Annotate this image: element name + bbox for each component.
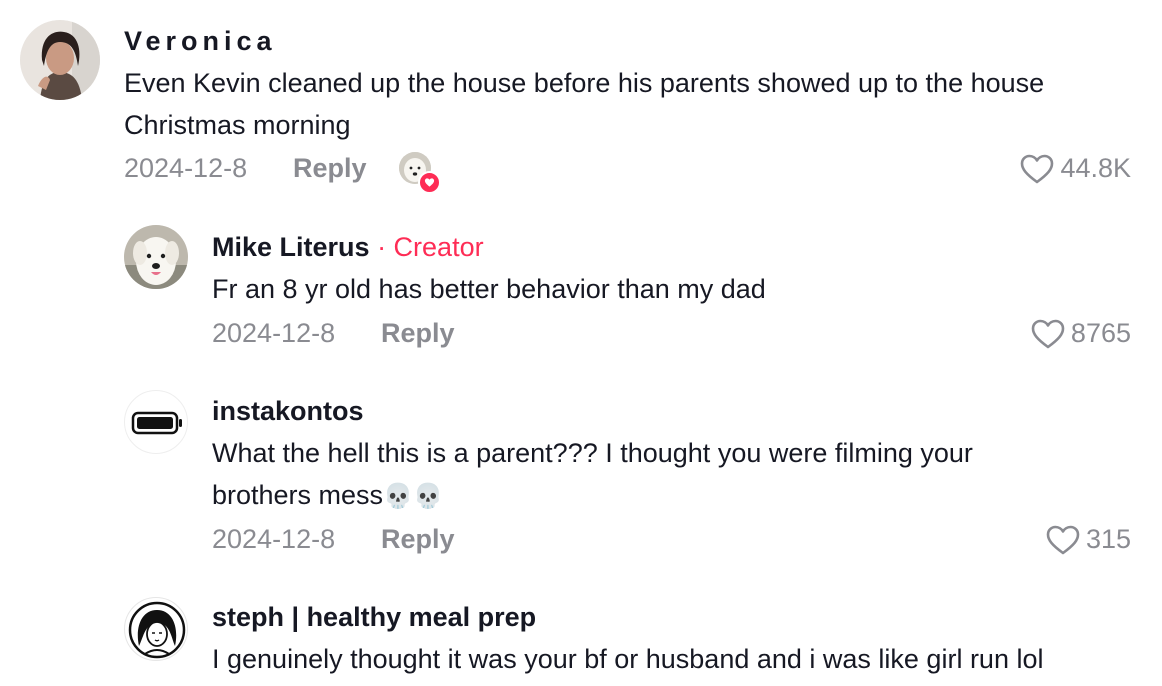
comment-text-line: Christmas morning xyxy=(124,110,351,140)
comment-text-line: Even Kevin cleaned up the house before h… xyxy=(124,68,1045,98)
heart-icon xyxy=(1020,154,1054,184)
reply-button[interactable]: Reply xyxy=(381,524,455,555)
reply-button[interactable]: Reply xyxy=(381,318,455,349)
comment-text: I genuinely thought it was your bf or hu… xyxy=(212,638,1043,680)
skull-emoji: 💀💀 xyxy=(383,482,443,510)
comment-date: 2024-12-8 xyxy=(124,153,248,183)
comment-instakontos: instakontos What the hell this is a pare… xyxy=(0,380,1162,590)
like-count: 315 xyxy=(1085,524,1131,554)
illustrated-woman-icon xyxy=(128,601,186,659)
avatar[interactable] xyxy=(124,390,188,454)
like-button[interactable]: 315 xyxy=(1046,524,1131,555)
avatar[interactable] xyxy=(124,597,188,661)
comment-steph: steph | healthy meal prep I genuinely th… xyxy=(0,590,1162,686)
avatar[interactable] xyxy=(124,225,188,289)
reply-button[interactable]: Reply xyxy=(293,153,367,184)
like-button[interactable]: 8765 xyxy=(1031,318,1131,349)
comment-username[interactable]: Veronica xyxy=(124,26,277,57)
comment-text-line: Fr an 8 yr old has better behavior than … xyxy=(212,274,766,304)
comment-text: Even Kevin cleaned up the house before h… xyxy=(124,62,1044,146)
username-text: Mike Literus xyxy=(212,232,370,262)
like-count: 8765 xyxy=(1070,318,1131,348)
comment-text-line: I genuinely thought it was your bf or hu… xyxy=(212,644,1044,674)
comment-text-line: What the hell this is a parent??? I thou… xyxy=(212,438,973,468)
like-button[interactable]: 44.8K xyxy=(1020,153,1131,184)
comment-text-segment: brothers mess xyxy=(212,480,384,510)
like-count: 44.8K xyxy=(1060,153,1131,183)
comment-username[interactable]: instakontos xyxy=(212,396,364,427)
comment-text-line: brothers mess💀💀 xyxy=(212,474,973,517)
creator-liked-badge xyxy=(399,152,441,194)
comment-veronica: Veronica Even Kevin cleaned up the house… xyxy=(0,0,1162,200)
heart-icon xyxy=(1046,525,1080,555)
comment-mike-literus: Mike Literus · Creator Fr an 8 yr old ha… xyxy=(0,200,1162,380)
avatar[interactable] xyxy=(20,20,100,100)
heart-icon xyxy=(1031,319,1065,349)
comment-username[interactable]: steph | healthy meal prep xyxy=(212,602,536,633)
comment-date: 2024-12-8 xyxy=(212,524,336,554)
battery-icon xyxy=(131,411,182,435)
comment-date: 2024-12-8 xyxy=(212,318,336,348)
comment-text: What the hell this is a parent??? I thou… xyxy=(212,432,973,517)
comment-username[interactable]: Mike Literus · Creator xyxy=(212,232,484,263)
comment-text: Fr an 8 yr old has better behavior than … xyxy=(212,268,766,310)
creator-tag: · Creator xyxy=(377,232,484,262)
heart-badge-icon xyxy=(418,171,441,194)
